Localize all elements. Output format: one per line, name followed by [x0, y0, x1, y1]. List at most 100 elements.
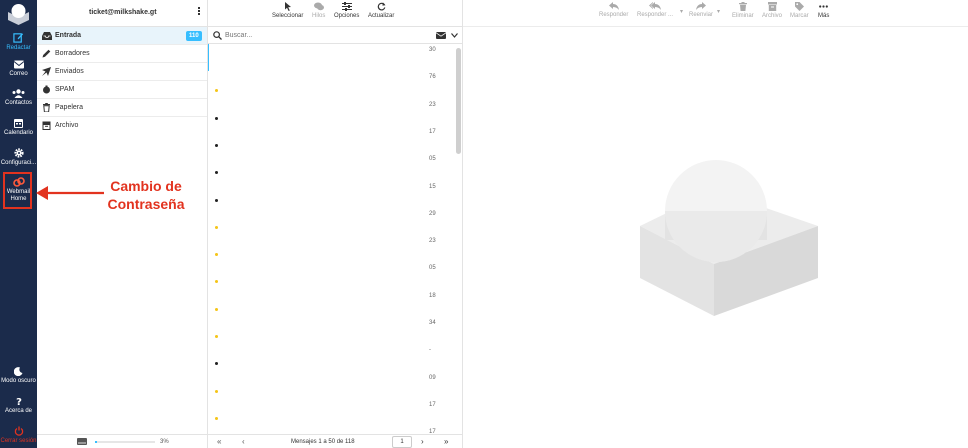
- archive-button[interactable]: Archivo: [762, 2, 782, 19]
- message-row[interactable]: 76: [208, 71, 454, 98]
- question-icon: ?: [16, 397, 22, 406]
- last-page-button[interactable]: »: [444, 437, 448, 446]
- message-row[interactable]: 05: [208, 153, 454, 180]
- nav-contacts[interactable]: Contactos: [0, 89, 37, 107]
- annotation-line-2: Contraseña: [107, 196, 185, 212]
- message-row[interactable]: 34: [208, 317, 454, 344]
- flag-dot-icon: [215, 416, 218, 420]
- message-row[interactable]: 17: [208, 399, 454, 426]
- reply-all-button[interactable]: Responder ...: [637, 2, 673, 18]
- refresh-button[interactable]: Actualizar: [368, 2, 394, 19]
- reading-pane-divider: [463, 26, 968, 27]
- reply-all-dropdown-icon[interactable]: ▾: [680, 8, 683, 15]
- folder-inbox[interactable]: Entrada 110: [37, 27, 207, 45]
- reply-all-icon: [649, 2, 662, 10]
- folder-spam[interactable]: SPAM: [37, 81, 207, 99]
- cursor-icon: [284, 2, 291, 11]
- folder-sent-label: Enviados: [55, 68, 84, 75]
- app-logo[interactable]: [6, 3, 31, 25]
- spam-icon: [43, 85, 50, 94]
- message-row[interactable]: 09: [208, 372, 454, 399]
- message-row-number: 29: [429, 210, 436, 217]
- inbox-unread-badge: 110: [186, 31, 202, 41]
- message-row[interactable]: 15: [208, 181, 454, 208]
- select-button[interactable]: Seleccionar: [272, 2, 303, 19]
- message-row-number: 76: [429, 74, 436, 81]
- unread-dot-icon: [215, 143, 218, 147]
- nav-dark-mode[interactable]: Modo oscuro: [0, 367, 37, 385]
- folder-drafts[interactable]: Borradores: [37, 45, 207, 63]
- more-icon: [819, 5, 829, 8]
- send-icon: [42, 67, 51, 76]
- message-rows: 30 76 23 17 05 15 29 23 05 18 34 - 09 17 17: [208, 44, 462, 434]
- message-row-number: 09: [429, 374, 436, 381]
- nav-logout-label: Cerrar sesión: [0, 438, 37, 444]
- message-row[interactable]: 17: [208, 126, 454, 153]
- svg-text:?: ?: [16, 397, 22, 406]
- nav-webmail-home-label-1: Webmail: [6, 189, 31, 195]
- trash-icon: [738, 2, 747, 11]
- options-button-label: Opciones: [334, 13, 360, 19]
- folder-archive[interactable]: Archivo: [37, 117, 207, 135]
- delete-button[interactable]: Eliminar: [732, 2, 754, 19]
- mark-button-label: Marcar: [790, 13, 809, 19]
- quota-divider: [37, 434, 207, 435]
- pencil-icon: [42, 49, 51, 58]
- nav-about[interactable]: ? Acerca de: [0, 396, 37, 415]
- forward-button-label: Reenviar: [689, 12, 714, 18]
- more-button[interactable]: Más: [818, 2, 829, 19]
- list-scrollbar[interactable]: [456, 48, 461, 154]
- chevron-down-icon[interactable]: [451, 33, 458, 38]
- message-row[interactable]: 29: [208, 208, 454, 235]
- message-row[interactable]: 23: [208, 235, 454, 262]
- nav-contacts-label: Contactos: [4, 100, 32, 106]
- more-button-label: Más: [818, 13, 830, 19]
- prev-page-button[interactable]: ‹: [242, 437, 245, 446]
- reply-all-button-label: Responder ...: [637, 12, 674, 18]
- refresh-icon: [377, 2, 386, 11]
- folder-archive-label: Archivo: [55, 122, 79, 129]
- message-row[interactable]: 17: [208, 426, 454, 434]
- flag-dot-icon: [215, 335, 218, 338]
- message-row[interactable]: 23: [208, 99, 454, 126]
- mail-icon: [13, 60, 24, 69]
- nav-mail[interactable]: Correo: [0, 60, 37, 78]
- forward-button[interactable]: Reenviar: [689, 2, 713, 18]
- next-page-button[interactable]: ›: [421, 437, 424, 446]
- message-row[interactable]: -: [208, 344, 454, 371]
- delete-button-label: Eliminar: [732, 13, 754, 19]
- nav-calendar[interactable]: Calendario: [0, 118, 37, 137]
- forward-dropdown-icon[interactable]: ▾: [717, 8, 720, 15]
- first-page-button[interactable]: «: [217, 437, 221, 446]
- message-row[interactable]: 30: [208, 44, 454, 71]
- message-row-number: -: [429, 347, 431, 354]
- mark-button[interactable]: Marcar: [790, 2, 809, 19]
- folder-sent[interactable]: Enviados: [37, 63, 207, 81]
- nav-webmail-home[interactable]: Webmail Home: [0, 177, 37, 203]
- nav-compose-label: Redactar: [6, 45, 31, 51]
- options-button[interactable]: Opciones: [334, 2, 359, 19]
- message-row[interactable]: 05: [208, 262, 454, 289]
- forward-icon: [696, 2, 706, 10]
- search-icon: [213, 31, 222, 40]
- account-menu-icon[interactable]: [198, 7, 201, 15]
- nav-dark-mode-label: Modo oscuro: [1, 378, 36, 384]
- nav-calendar-label: Calendario: [3, 130, 34, 136]
- search-input[interactable]: [225, 29, 415, 41]
- reply-button[interactable]: Responder: [599, 2, 628, 18]
- account-email: ticket@milkshake.gt: [89, 9, 157, 16]
- empty-mailbox-illustration: [640, 160, 818, 316]
- folder-trash[interactable]: Papelera: [37, 99, 207, 117]
- reply-icon: [608, 2, 619, 10]
- nav-logout[interactable]: Cerrar sesión: [0, 426, 37, 445]
- envelope-icon[interactable]: [436, 32, 446, 39]
- page-number-input[interactable]: 1: [392, 436, 412, 448]
- message-row-number: 05: [429, 156, 436, 163]
- nav-webmail-home-label-2: Home: [10, 196, 27, 202]
- message-row-number: 17: [429, 128, 436, 135]
- threads-button[interactable]: Hilos: [312, 2, 325, 19]
- message-row-number: 15: [429, 183, 436, 190]
- nav-settings[interactable]: Configuraci...: [0, 148, 37, 167]
- nav-compose[interactable]: Redactar: [0, 32, 37, 52]
- message-row[interactable]: 18: [208, 290, 454, 317]
